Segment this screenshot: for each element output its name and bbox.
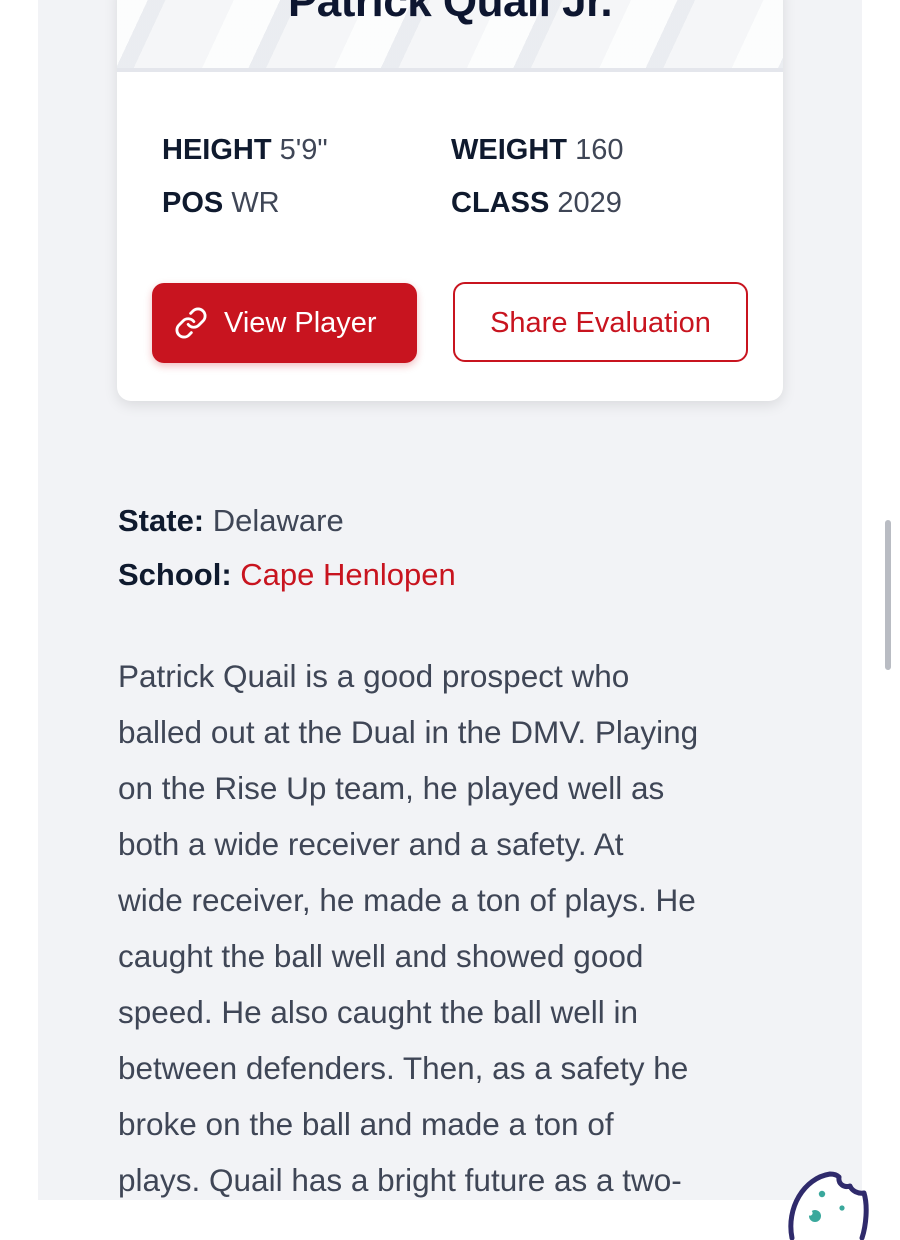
view-player-label: View Player [224,307,377,339]
stat-height-value: 5'9" [279,134,328,166]
evaluation-line: wide receiver, he made a ton of plays. H… [118,882,696,918]
scrollbar-thumb[interactable] [885,520,891,670]
player-name: Patrick Quail Jr. [287,0,613,26]
state-line: State: Delaware [118,505,344,536]
stat-position: POS WR [162,189,280,218]
share-evaluation-button[interactable]: Share Evaluation [453,282,748,362]
divider [117,68,783,72]
state-label: State: [118,503,205,538]
stat-position-label: POS [162,187,224,219]
evaluation-line: balled out at the Dual in the DMV. Playi… [118,714,699,750]
evaluation-line: speed. He also caught the ball well in [118,994,639,1030]
stat-class-value: 2029 [557,187,622,219]
school-label: School: [118,557,232,592]
evaluation-line: caught the ball well and showed good [118,938,644,974]
evaluation-line: between defenders. Then, as a safety he [118,1050,689,1086]
state-value: Delaware [212,503,344,538]
evaluation-line: on the Rise Up team, he played well as [118,770,665,806]
view-player-button[interactable]: View Player [152,283,417,363]
stat-weight-value: 160 [575,134,624,166]
link-icon [175,307,207,339]
evaluation-line: both a wide receiver and a safety. At [118,826,624,862]
evaluation-text: Patrick Quail is a good prospect who bal… [118,648,798,1208]
stat-class: CLASS 2029 [451,189,622,218]
stat-height: HEIGHT 5'9" [162,136,328,165]
stat-position-value: WR [231,187,280,219]
stat-weight: WEIGHT 160 [451,136,623,165]
stat-weight-label: WEIGHT [451,134,567,166]
player-card: Patrick Quail Jr. HEIGHT 5'9" WEIGHT 160… [117,0,783,401]
cookie-icon[interactable] [782,1160,870,1240]
evaluation-line: broke on the ball and made a ton of [118,1106,614,1142]
school-line: School: Cape Henlopen [118,559,456,590]
stat-height-label: HEIGHT [162,134,272,166]
school-link[interactable]: Cape Henlopen [240,557,455,592]
evaluation-line: Patrick Quail is a good prospect who [118,658,630,694]
stat-class-label: CLASS [451,187,550,219]
